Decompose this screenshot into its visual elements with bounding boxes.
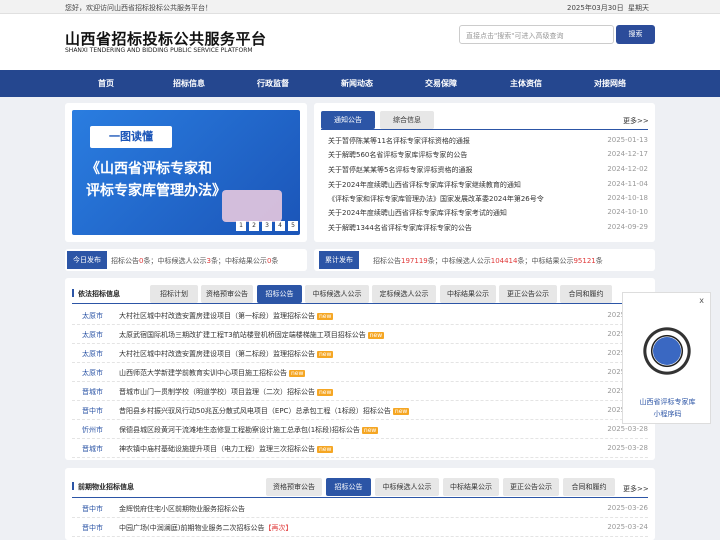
tab-underline [321, 129, 648, 130]
tab-prequal[interactable]: 资格预审公告 [201, 285, 253, 303]
table-row[interactable]: 太原市 太原武宿国际机场三期改扩建工程T3航站楼登机桥固定端楼梯施工项目招标公告 n… [72, 325, 648, 344]
main-nav: 首页 招标信息 行政监督 新闻动态 交易保障 主体资信 对接网络 [0, 70, 720, 97]
table-row[interactable]: 晋中市 金辉悦府住宅小区前期物业服务招标公告 2025-03-26 [72, 499, 648, 518]
today-stats-text: 招标公告0条；中标候选人公示3条；中标结果公示0条 [111, 257, 279, 265]
site-title-en: SHANXI TENDERING AND BIDDING PUBLIC SERV… [65, 47, 253, 54]
list-item[interactable]: 《评标专家和评标专家库管理办法》国家发展改革委2024年第26号令 2024-10… [328, 194, 648, 204]
total-label: 累计发布 [319, 251, 359, 269]
tab-result[interactable]: 中标结果公示 [440, 285, 496, 303]
tab-candidate[interactable]: 中标候选人公示 [305, 285, 369, 303]
tab-contract[interactable]: 合同和履约 [560, 285, 612, 303]
list-item[interactable]: 关于解聘560名省评标专家库评标专家的公告 2024-12-17 [328, 150, 648, 160]
banner-page-3[interactable]: 3 [262, 221, 272, 231]
tab-bid-notice[interactable]: 招标公告 [326, 478, 371, 496]
mini-program-popup: x 山西省评标专家库 小程序码 [622, 292, 711, 424]
qr-logo-icon [653, 337, 681, 365]
list-item[interactable]: 关于2024年度续聘山西省评标专家库评标专家继续教育的通知 2024-11-04 [328, 180, 648, 190]
banner-page-4[interactable]: 4 [275, 221, 285, 231]
table-row[interactable]: 晋中市 中园广场(中润澜庭)前期物业服务二次招标公告【再次】 2025-03-24 [72, 518, 648, 537]
tab-correction[interactable]: 更正公告公示 [499, 285, 557, 303]
search-button[interactable]: 搜索 [616, 25, 655, 44]
banner-illustration [222, 190, 282, 222]
total-stats-text: 招标公告197119条；中标候选人公示104414条；中标结果公示95121条 [373, 257, 603, 265]
tab-candidate[interactable]: 中标候选人公示 [375, 478, 439, 496]
tab-fixed-candidate[interactable]: 定标候选人公示 [372, 285, 436, 303]
table-row[interactable]: 晋城市 神农镇中庙村基础设施提升项目（电力工程）监理三次招标公告 new 2025-0… [72, 439, 648, 458]
tab-plan[interactable]: 招标计划 [150, 285, 198, 303]
list-item[interactable]: 关于2024年度续聘山西省评标专家库评标专家考试的通知 2024-10-10 [328, 208, 648, 218]
tab-notices[interactable]: 通知公告 [321, 111, 375, 129]
nav-credit[interactable]: 主体资信 [510, 78, 542, 89]
nav-news[interactable]: 新闻动态 [341, 78, 373, 89]
news-more-link[interactable]: 更多>> [623, 116, 649, 126]
banner-line1: 《山西省评标专家和 [86, 161, 212, 177]
section-title: 前期物业招标信息 [78, 483, 134, 491]
property-more-link[interactable]: 更多>> [623, 484, 649, 494]
table-row[interactable]: 晋城市晋城市山门一贯制学校（明道学校）项目监理（二次）招标公告new2025-0… [72, 382, 648, 401]
banner-line2: 评标专家库管理办法》 [86, 183, 226, 199]
tab-prequal[interactable]: 资格预审公告 [266, 478, 322, 496]
nav-network[interactable]: 对接网络 [594, 78, 626, 89]
today-label: 今日发布 [67, 251, 107, 269]
search-input[interactable]: 直接点击"搜索"可进入高级查询 [459, 25, 614, 44]
banner-tag: 一图读懂 [90, 126, 172, 148]
table-row[interactable]: 太原市大村社区城中村改造安置房建设项目（第一标段）监理招标公告new2025-0… [72, 306, 648, 325]
list-item[interactable]: 关于解聘1344名省评标专家库评标专家的公告 2024-09-29 [328, 223, 648, 233]
banner-carousel[interactable]: 一图读懂 《山西省评标专家和 评标专家库管理办法》 [72, 110, 300, 235]
nav-home[interactable]: 首页 [98, 78, 114, 89]
list-item[interactable]: 关于暂停陈某等11名评标专家评标资格的通报 2025-01-13 [328, 136, 648, 146]
popup-line2: 小程序码 [653, 410, 682, 418]
tab-general-info[interactable]: 综合信息 [380, 111, 434, 129]
section-underline [72, 497, 648, 498]
tab-result[interactable]: 中标结果公示 [443, 478, 499, 496]
section-marker [72, 289, 74, 297]
nav-bidding-info[interactable]: 招标信息 [173, 78, 205, 89]
table-row[interactable]: 太原市山西师范大学新建学前教育实训中心项目施工招标公告new2025-03-28 [72, 363, 648, 382]
tab-correction[interactable]: 更正公告公示 [503, 478, 559, 496]
banner-page-2[interactable]: 2 [249, 221, 259, 231]
date-text: 2025年03月30日 [567, 4, 624, 12]
section-marker [72, 482, 74, 490]
welcome-text: 您好，欢迎访问山西省招标投标公共服务平台！ [65, 4, 212, 12]
section-underline [72, 303, 648, 304]
top-bar: 您好，欢迎访问山西省招标投标公共服务平台！ 2025年03月30日 星期天 [0, 0, 720, 14]
weekday-text: 星期天 [628, 4, 649, 12]
nav-supervision[interactable]: 行政监督 [257, 78, 289, 89]
section-title: 依法招标信息 [78, 290, 120, 298]
popup-line1: 山西省评标专家库 [639, 398, 696, 406]
table-row[interactable]: 晋中市 昔阳县乡村振兴驭风行动50兆瓦分散式风电项目（EPC）总承包工程（1标段）… [72, 401, 648, 420]
list-item[interactable]: 关于暂停赵某某等5名评标专家评标资格的通报 2024-12-02 [328, 165, 648, 175]
nav-trade[interactable]: 交易保障 [425, 78, 457, 89]
site-title[interactable]: 山西省招标投标公共服务平台 [65, 28, 267, 49]
close-icon[interactable]: x [699, 296, 704, 305]
header: 山西省招标投标公共服务平台 SHANXI TENDERING AND BIDDI… [0, 14, 720, 70]
banner-page-1[interactable]: 1 [236, 221, 246, 231]
tab-bid-notice[interactable]: 招标公告 [257, 285, 302, 303]
table-row[interactable]: 忻州市 保德县城区段黄河干流滩地生态修复工程勘察设计施工总承包(1标段)招标公告 n… [72, 420, 648, 439]
banner-page-5[interactable]: 5 [288, 221, 298, 231]
table-row[interactable]: 太原市大村社区城中村改造安置房建设项目（第二标段）监理招标公告new2025-0… [72, 344, 648, 363]
tab-contract[interactable]: 合同和履约 [563, 478, 615, 496]
